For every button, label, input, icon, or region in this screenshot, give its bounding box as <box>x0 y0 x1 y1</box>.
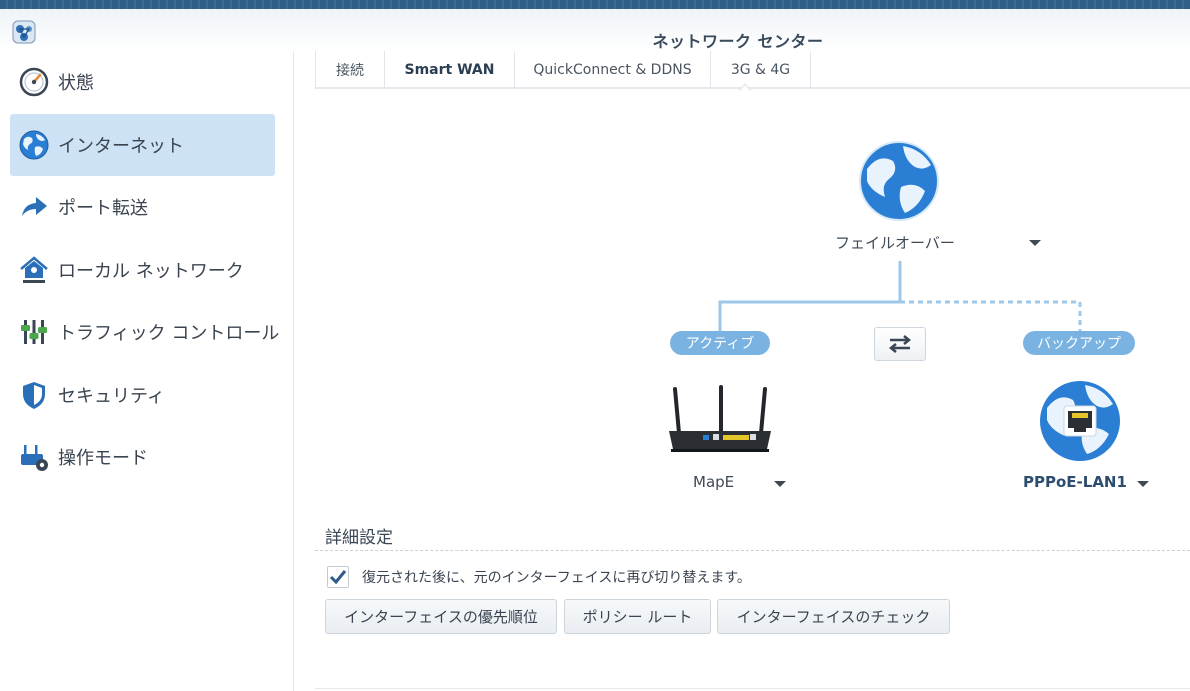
sidebar-item-label: セキュリティ <box>58 386 165 407</box>
home-network-icon <box>18 254 50 286</box>
sliders-icon <box>18 316 50 348</box>
backup-interface-label[interactable]: PPPoE-LAN1 <box>1023 473 1127 491</box>
sidebar-item-operation-mode[interactable]: 操作モード <box>10 426 275 488</box>
sidebar-item-label: ローカル ネットワーク <box>58 261 244 282</box>
gauge-icon <box>18 66 50 98</box>
section-divider <box>315 550 1190 551</box>
mode-dropdown-chevron-icon[interactable] <box>1029 240 1041 246</box>
router-gear-icon <box>18 441 50 473</box>
active-badge: アクティブ <box>670 331 770 355</box>
sidebar-item-label: トラフィック コントロール <box>58 323 280 344</box>
sidebar: 状態 インターネット ポート転送 ローカル ネットワーク トラフィック コントロ… <box>0 51 294 691</box>
main-panel: 接続 Smart WAN QuickConnect & DDNS 3G & 4G… <box>295 51 1190 691</box>
sidebar-item-label: 操作モード <box>58 448 148 469</box>
switch-back-option: 復元された後に、元のインターフェイスに再び切り替えます。 <box>327 566 751 588</box>
backup-interface-chevron-icon[interactable] <box>1137 481 1149 487</box>
sidebar-item-security[interactable]: セキュリティ <box>10 364 275 426</box>
globe-icon <box>18 129 50 161</box>
sidebar-item-label: 状態 <box>58 73 94 94</box>
bottom-divider <box>315 688 1190 689</box>
smart-wan-diagram: フェイルオーバー アクティブ バックアップ MapE PPPoE-LAN1 <box>295 51 1190 511</box>
window-title: ネットワーク センター <box>652 32 824 51</box>
window-top-stripe <box>0 0 1190 9</box>
sidebar-item-internet[interactable]: インターネット <box>10 114 275 176</box>
swap-interfaces-button[interactable] <box>874 327 926 361</box>
interface-priority-button[interactable]: インターフェイスの優先順位 <box>325 599 557 634</box>
pppoe-globe-icon <box>1040 381 1120 461</box>
switch-back-label: 復元された後に、元のインターフェイスに再び切り替えます。 <box>362 570 751 586</box>
sidebar-item-status[interactable]: 状態 <box>10 51 275 113</box>
shield-icon <box>18 379 50 411</box>
primary-interface-chevron-icon[interactable] <box>774 481 786 487</box>
backup-badge: バックアップ <box>1023 331 1135 355</box>
sidebar-item-traffic-control[interactable]: トラフィック コントロール <box>10 301 279 363</box>
swap-arrows-icon <box>888 335 912 353</box>
sidebar-item-label: ポート転送 <box>58 198 148 219</box>
router-icon <box>669 385 771 452</box>
internet-globe-icon <box>859 141 939 221</box>
sidebar-item-local-network[interactable]: ローカル ネットワーク <box>10 239 275 301</box>
policy-route-button[interactable]: ポリシー ルート <box>564 599 711 634</box>
advanced-settings-title: 詳細設定 <box>325 528 393 548</box>
primary-interface-label[interactable]: MapE <box>693 473 734 491</box>
forward-arrow-icon <box>18 191 50 223</box>
title-bar: ネットワーク センター <box>0 9 1190 51</box>
mode-label[interactable]: フェイルオーバー <box>835 232 955 253</box>
switch-back-checkbox[interactable] <box>327 566 349 588</box>
sidebar-item-port-forwarding[interactable]: ポート転送 <box>10 176 275 238</box>
sidebar-item-label: インターネット <box>58 136 184 157</box>
interface-check-button[interactable]: インターフェイスのチェック <box>717 599 950 634</box>
checkmark-icon <box>329 570 347 585</box>
